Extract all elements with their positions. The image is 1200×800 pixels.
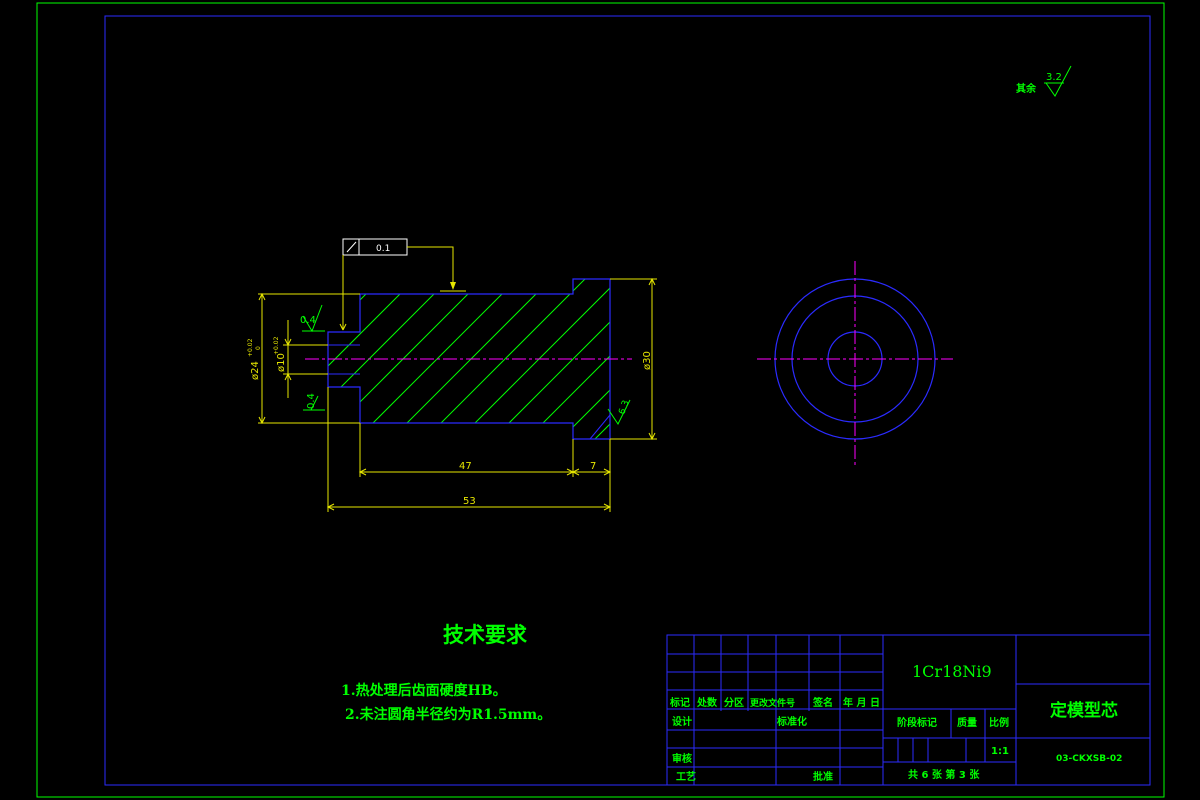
part-name-text: 定模型芯 [1050,700,1118,721]
drawing-number-text: 03-CKXSB-02 [1056,754,1122,764]
roughness-value: 3.2 [1046,72,1062,83]
dim-len47: 47 [459,461,472,472]
roughness-prefix: 其余 [1016,82,1037,95]
title-block: 1Cr18Ni9 定模型芯 03-CKXSB-02 标记 处数 分区 更改文件号… [666,634,1151,786]
section-hatch [328,279,610,439]
tb-scale-value: 1:1 [991,746,1009,757]
tb-review: 审核 [672,752,692,765]
tech-requirement-2: 2.未注圆角半径约为R1.5mm。 [345,706,551,723]
runout-icon [346,241,357,253]
tb-standardization: 标准化 [776,715,807,728]
dim-d24-tol-lower: 0 [255,346,262,350]
tb-stage-label: 阶段标记 [897,716,937,729]
dim-d24-tol-upper: +0.02 [247,338,254,357]
dim-len53: 53 [463,496,476,507]
tb-count: 处数 [696,696,718,709]
tb-sheet-info: 共 6 张 第 3 张 [908,768,980,781]
roughness-note: 其余 3.2 [1016,65,1072,97]
tb-change-doc: 更改文件号 [750,697,795,709]
tb-zone: 分区 [724,696,744,709]
tb-design: 设计 [672,715,692,728]
end-view [757,261,953,465]
tb-scale-label: 比例 [989,716,1009,729]
tech-requirement-1: 1.热处理后齿面硬度HB。 [341,682,507,699]
material-text: 1Cr18Ni9 [912,662,992,681]
tolerance-value: 0.1 [376,244,390,254]
tb-signature: 签名 [812,696,833,709]
tech-requirements-title: 技术要求 [443,622,527,647]
dim-len7: 7 [590,461,596,472]
surface-mark-bottom-left: 0.4 [306,393,317,409]
cad-drawing: 其余 3.2 0.1 0.4 0.4 6.3 ø24 +0.02 0 ø10 +… [36,2,1165,798]
tb-date: 年 月 日 [843,696,880,709]
dim-d30: ø30 [642,351,653,370]
tolerance-frame: 0.1 [339,238,466,331]
surface-mark-top-left: 0.4 [300,315,316,326]
dim-d10-tol: +0.02 [273,336,280,355]
tb-process: 工艺 [676,770,696,783]
tb-weight-label: 质量 [957,716,977,729]
tb-mark: 标记 [669,696,690,709]
tb-approve: 批准 [813,770,833,783]
dim-d24: ø24 [250,361,261,380]
